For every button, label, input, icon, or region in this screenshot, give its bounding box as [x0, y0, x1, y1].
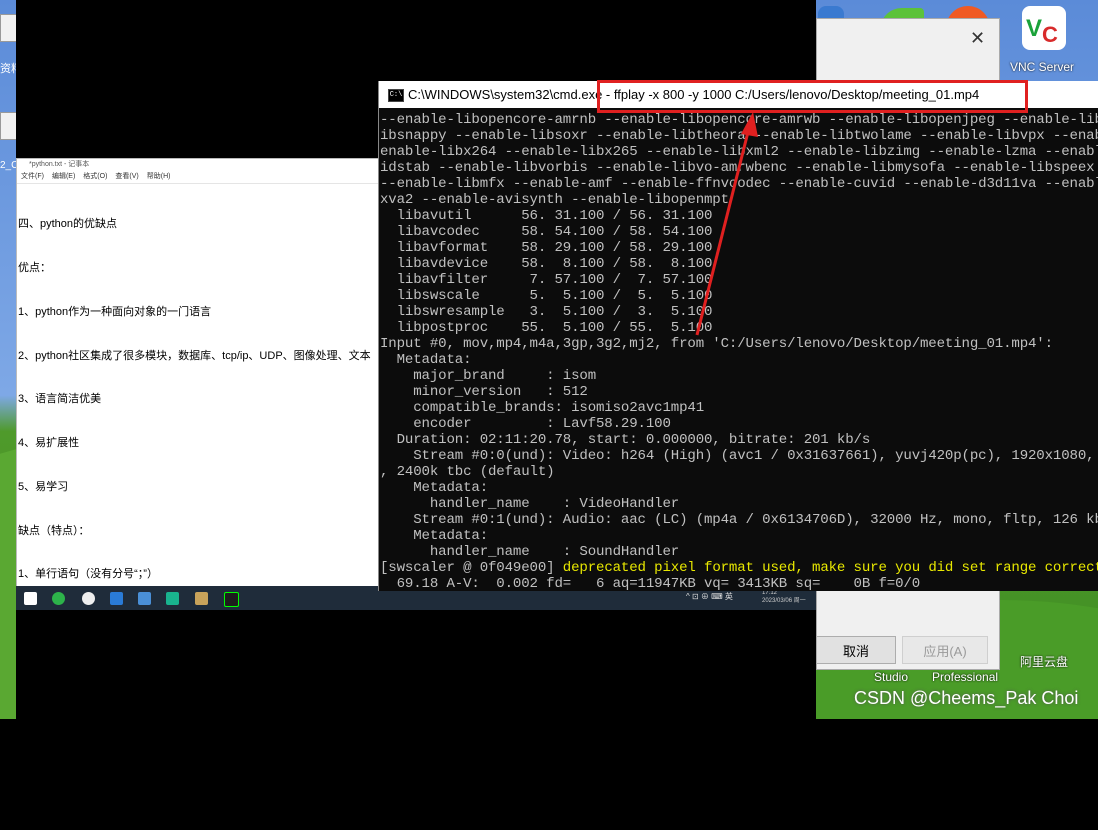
text-line: 五、第一个python程序: [18, 743, 129, 756]
watermark: CSDN @Cheems_Pak Choi: [854, 688, 1079, 708]
annotation-arrow: [695, 112, 758, 336]
text-line: print（“hello world”） #this is first pyth…: [18, 787, 289, 800]
